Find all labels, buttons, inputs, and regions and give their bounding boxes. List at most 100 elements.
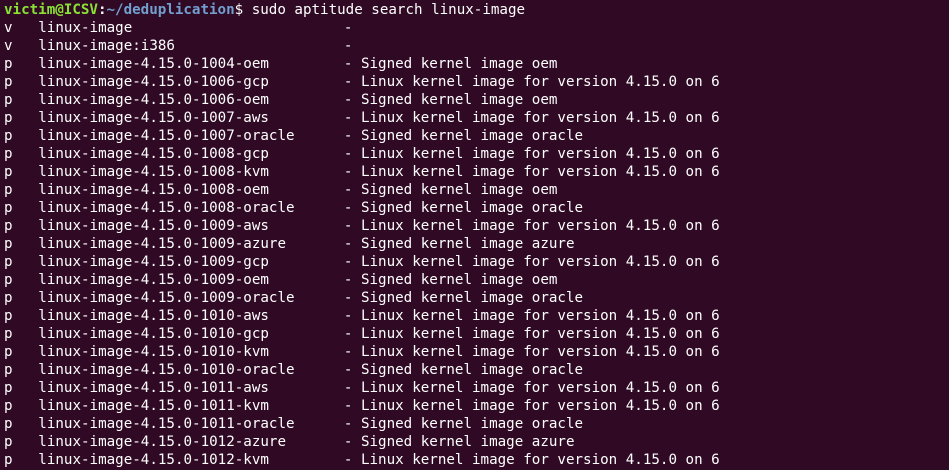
command-line: victim@ICSV:~/deduplication$ sudo aptitu… [4, 1, 949, 19]
result-row: p linux-image-4.15.0-1009-gcp - Linux kern… [4, 253, 949, 271]
package-name: linux-image-4.15.0-1011-kvm [38, 398, 269, 414]
package-name: linux-image-4.15.0-1012-kvm [38, 452, 269, 468]
command-text: sudo aptitude search linux-image [243, 2, 526, 18]
package-description: - Signed kernel image oem [343, 182, 558, 198]
package-name: linux-image-4.15.0-1009-azure [38, 236, 287, 252]
package-state: p [4, 164, 13, 180]
package-description: - Linux kernel image for version 4.15.0 … [343, 164, 720, 180]
package-name: linux-image-4.15.0-1008-kvm [38, 164, 269, 180]
result-row: p linux-image-4.15.0-1008-gcp - Linux kern… [4, 145, 949, 163]
prompt-path: ~/deduplication [106, 2, 235, 18]
result-row: p linux-image-4.15.0-1004-oem - Signed ker… [4, 55, 949, 73]
package-description: - Linux kernel image for version 4.15.0 … [343, 326, 720, 342]
package-description: - Signed kernel image azure [343, 434, 575, 450]
package-name: linux-image [38, 20, 133, 36]
result-row: p linux-image-4.15.0-1006-oem - Signed ker… [4, 91, 949, 109]
package-name: linux-image-4.15.0-1006-oem [38, 92, 269, 108]
package-state: p [4, 218, 13, 234]
result-row: p linux-image-4.15.0-1008-oracle - Signed … [4, 199, 949, 217]
package-state: p [4, 308, 13, 324]
result-row: p linux-image-4.15.0-1007-oracle - Signed … [4, 127, 949, 145]
package-description: - Signed kernel image azure [343, 236, 575, 252]
package-name: linux-image-4.15.0-1010-oracle [38, 362, 295, 378]
terminal-window[interactable]: victim@ICSV:~/deduplication$ sudo aptitu… [0, 0, 949, 470]
package-state: p [4, 182, 13, 198]
package-name: linux-image-4.15.0-1007-aws [38, 110, 269, 126]
package-name: linux-image-4.15.0-1009-gcp [38, 254, 269, 270]
package-state: p [4, 398, 13, 414]
result-row: p linux-image-4.15.0-1006-gcp - Linux kern… [4, 73, 949, 91]
package-description: - Linux kernel image for version 4.15.0 … [343, 110, 720, 126]
package-description: - [343, 20, 353, 36]
result-row: p linux-image-4.15.0-1009-oracle - Signed … [4, 289, 949, 307]
result-row: p linux-image-4.15.0-1010-kvm - Linux kern… [4, 343, 949, 361]
package-name: linux-image-4.15.0-1006-gcp [38, 74, 269, 90]
package-description: - Signed kernel image oracle [343, 128, 584, 144]
package-state: p [4, 272, 13, 288]
package-state: p [4, 254, 13, 270]
result-row: v linux-image:i386 - [4, 37, 949, 55]
prompt-colon: : [97, 2, 107, 18]
package-state: p [4, 326, 13, 342]
result-row: p linux-image-4.15.0-1011-oracle - Signed … [4, 415, 949, 433]
package-description: - Linux kernel image for version 4.15.0 … [343, 380, 720, 396]
package-description: - Signed kernel image oracle [343, 416, 584, 432]
result-row: p linux-image-4.15.0-1011-aws - Linux kern… [4, 379, 949, 397]
package-name: linux-image-4.15.0-1009-aws [38, 218, 269, 234]
package-name: linux-image-4.15.0-1010-kvm [38, 344, 269, 360]
result-row: p linux-image-4.15.0-1012-kvm - Linux kern… [4, 451, 949, 469]
package-name: linux-image-4.15.0-1012-azure [38, 434, 287, 450]
package-name: linux-image-4.15.0-1007-oracle [38, 128, 295, 144]
package-name: linux-image-4.15.0-1010-aws [38, 308, 269, 324]
package-name: linux-image-4.15.0-1011-oracle [38, 416, 295, 432]
result-row: p linux-image-4.15.0-1009-azure - Signed k… [4, 235, 949, 253]
package-state: p [4, 380, 13, 396]
result-row: p linux-image-4.15.0-1007-aws - Linux kern… [4, 109, 949, 127]
package-state: p [4, 200, 13, 216]
result-row: p linux-image-4.15.0-1008-kvm - Linux kern… [4, 163, 949, 181]
package-description: - Signed kernel image oem [343, 272, 558, 288]
package-description: - Linux kernel image for version 4.15.0 … [343, 74, 720, 90]
package-state: p [4, 452, 13, 468]
package-name: linux-image-4.15.0-1010-gcp [38, 326, 269, 342]
package-state: p [4, 434, 13, 450]
result-row: p linux-image-4.15.0-1009-aws - Linux kern… [4, 217, 949, 235]
package-state: p [4, 56, 13, 72]
package-state: p [4, 290, 13, 306]
package-description: - Signed kernel image oracle [343, 200, 584, 216]
package-name: linux-image-4.15.0-1009-oem [38, 272, 269, 288]
package-name: linux-image:i386 [38, 38, 175, 54]
package-description: - Linux kernel image for version 4.15.0 … [343, 452, 720, 468]
search-results: v linux-image - v linux-image:i386 - p linux-im… [4, 19, 949, 469]
package-state: p [4, 74, 13, 90]
result-row: p linux-image-4.15.0-1010-gcp - Linux kern… [4, 325, 949, 343]
package-name: linux-image-4.15.0-1008-oracle [38, 200, 295, 216]
result-row: v linux-image - [4, 19, 949, 37]
result-row: p linux-image-4.15.0-1011-kvm - Linux kern… [4, 397, 949, 415]
package-state: p [4, 110, 13, 126]
package-state: p [4, 416, 13, 432]
prompt-symbol: $ [234, 2, 244, 18]
package-description: - Signed kernel image oracle [343, 362, 584, 378]
package-description: - Linux kernel image for version 4.15.0 … [343, 218, 720, 234]
result-row: p linux-image-4.15.0-1012-azure - Signed k… [4, 433, 949, 451]
package-state: p [4, 344, 13, 360]
package-state: v [4, 38, 13, 54]
package-name: linux-image-4.15.0-1008-gcp [38, 146, 269, 162]
result-row: p linux-image-4.15.0-1010-oracle - Signed … [4, 361, 949, 379]
package-description: - Linux kernel image for version 4.15.0 … [343, 254, 720, 270]
package-state: p [4, 128, 13, 144]
package-description: - Signed kernel image oem [343, 56, 558, 72]
package-state: v [4, 20, 13, 36]
result-row: p linux-image-4.15.0-1010-aws - Linux kern… [4, 307, 949, 325]
package-state: p [4, 236, 13, 252]
prompt-user-host: victim@ICSV [4, 2, 98, 18]
package-description: - Signed kernel image oem [343, 92, 558, 108]
package-description: - Linux kernel image for version 4.15.0 … [343, 344, 720, 360]
package-state: p [4, 362, 13, 378]
package-description: - [343, 38, 353, 54]
package-description: - Signed kernel image oracle [343, 290, 584, 306]
result-row: p linux-image-4.15.0-1008-oem - Signed ker… [4, 181, 949, 199]
package-name: linux-image-4.15.0-1009-oracle [38, 290, 295, 306]
package-name: linux-image-4.15.0-1004-oem [38, 56, 269, 72]
